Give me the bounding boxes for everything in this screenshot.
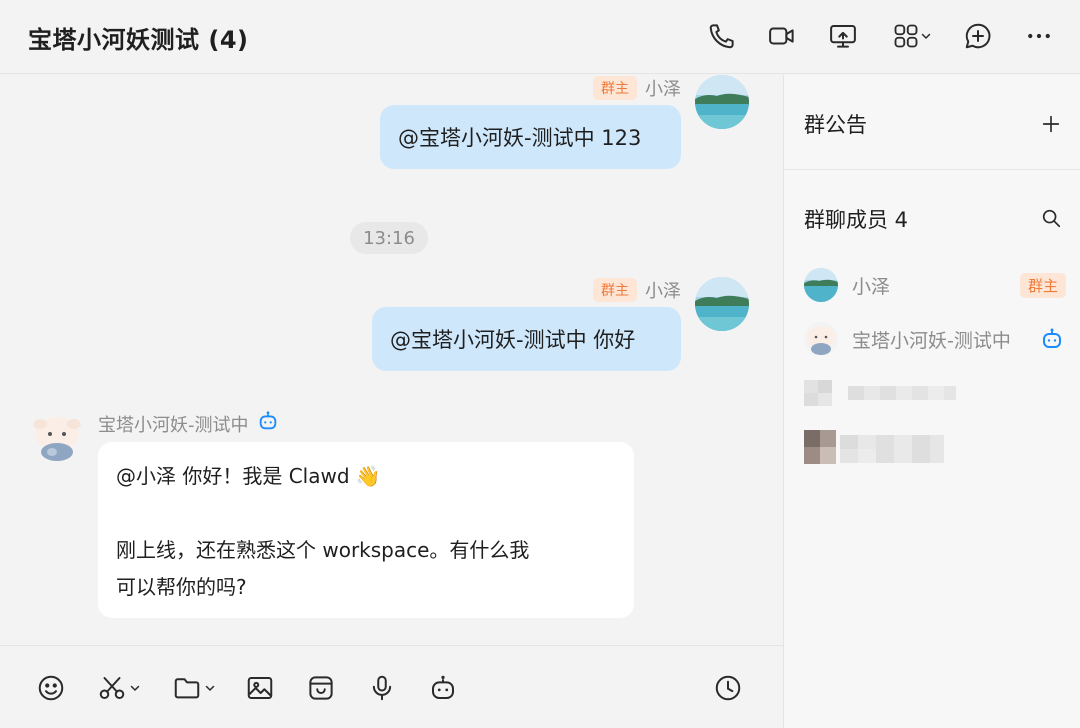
screen-share-icon[interactable] <box>826 19 860 53</box>
folder-icon[interactable] <box>172 670 216 706</box>
timestamp: 13:16 <box>350 222 428 254</box>
emoji-icon[interactable] <box>36 670 66 706</box>
add-chat-icon[interactable] <box>961 19 995 53</box>
owner-badge: 群主 <box>593 76 637 100</box>
owner-badge: 群主 <box>1019 272 1066 298</box>
message-list[interactable]: 群主 小泽 @宝塔小河妖-测试中 123 13:16 群主 小泽 @宝塔小河妖-… <box>0 75 783 645</box>
chat-title: 宝塔小河妖测试 (4) <box>28 26 249 54</box>
more-icon[interactable] <box>1022 19 1056 53</box>
sender-name: 小泽 <box>645 79 681 100</box>
divider <box>784 169 1080 170</box>
bot-icon <box>1040 327 1064 355</box>
member-name: 小泽 <box>852 275 891 298</box>
message-line: 可以帮你的吗? <box>116 575 247 599</box>
bot-sender: 宝塔小河妖-测试中 <box>98 410 279 437</box>
search-members-icon[interactable] <box>1038 205 1064 231</box>
blurred-member-placeholder <box>804 380 956 406</box>
apps-icon[interactable] <box>887 19 937 53</box>
member-item[interactable]: 宝塔小河妖-测试中 <box>804 319 1066 359</box>
owner-badge: 群主 <box>593 278 637 302</box>
member-item-blurred[interactable] <box>804 373 1066 413</box>
video-icon[interactable] <box>765 19 799 53</box>
message-bubble[interactable]: @小泽 你好！我是 Clawd 👋 刚上线，还在熟悉这个 workspace。有… <box>98 442 634 618</box>
message-bubble[interactable]: @宝塔小河妖-测试中 123 <box>380 105 681 169</box>
avatar[interactable] <box>695 75 749 129</box>
microphone-icon[interactable] <box>367 670 397 706</box>
composer-toolbar <box>0 645 783 728</box>
chat-header: 宝塔小河妖测试 (4) <box>0 0 1080 74</box>
clock-icon[interactable] <box>713 670 743 706</box>
blurred-member-placeholder <box>804 430 944 464</box>
group-info-panel: 群公告 群聊成员 4 小泽 群主 宝塔小河妖-测试中 <box>783 75 1080 728</box>
bot-icon <box>257 410 279 437</box>
member-avatar <box>804 268 838 302</box>
image-icon[interactable] <box>245 670 275 706</box>
sender-name: 宝塔小河妖-测试中 <box>98 414 249 436</box>
bot-icon[interactable] <box>428 670 458 706</box>
message-bubble[interactable]: @宝塔小河妖-测试中 你好 <box>372 307 681 371</box>
member-item-blurred[interactable] <box>804 427 1066 467</box>
member-avatar <box>804 322 838 356</box>
phone-icon[interactable] <box>705 19 739 53</box>
announcement-title: 群公告 <box>804 113 867 137</box>
members-title: 群聊成员 4 <box>804 208 909 232</box>
message-meta: 群主 小泽 <box>593 75 681 101</box>
message-meta: 群主 小泽 <box>593 277 681 303</box>
add-announcement-button[interactable] <box>1038 111 1064 137</box>
sticker-icon[interactable] <box>306 670 336 706</box>
sender-name: 小泽 <box>645 281 681 302</box>
bot-avatar[interactable] <box>30 410 84 464</box>
message-line: @小泽 你好！我是 Clawd 👋 <box>116 464 381 488</box>
message-line: 刚上线，还在熟悉这个 workspace。有什么我 <box>116 538 530 562</box>
member-name: 宝塔小河妖-测试中 <box>852 329 1011 352</box>
avatar[interactable] <box>695 277 749 331</box>
scissors-icon[interactable] <box>97 670 141 706</box>
member-item[interactable]: 小泽 群主 <box>804 265 1066 305</box>
